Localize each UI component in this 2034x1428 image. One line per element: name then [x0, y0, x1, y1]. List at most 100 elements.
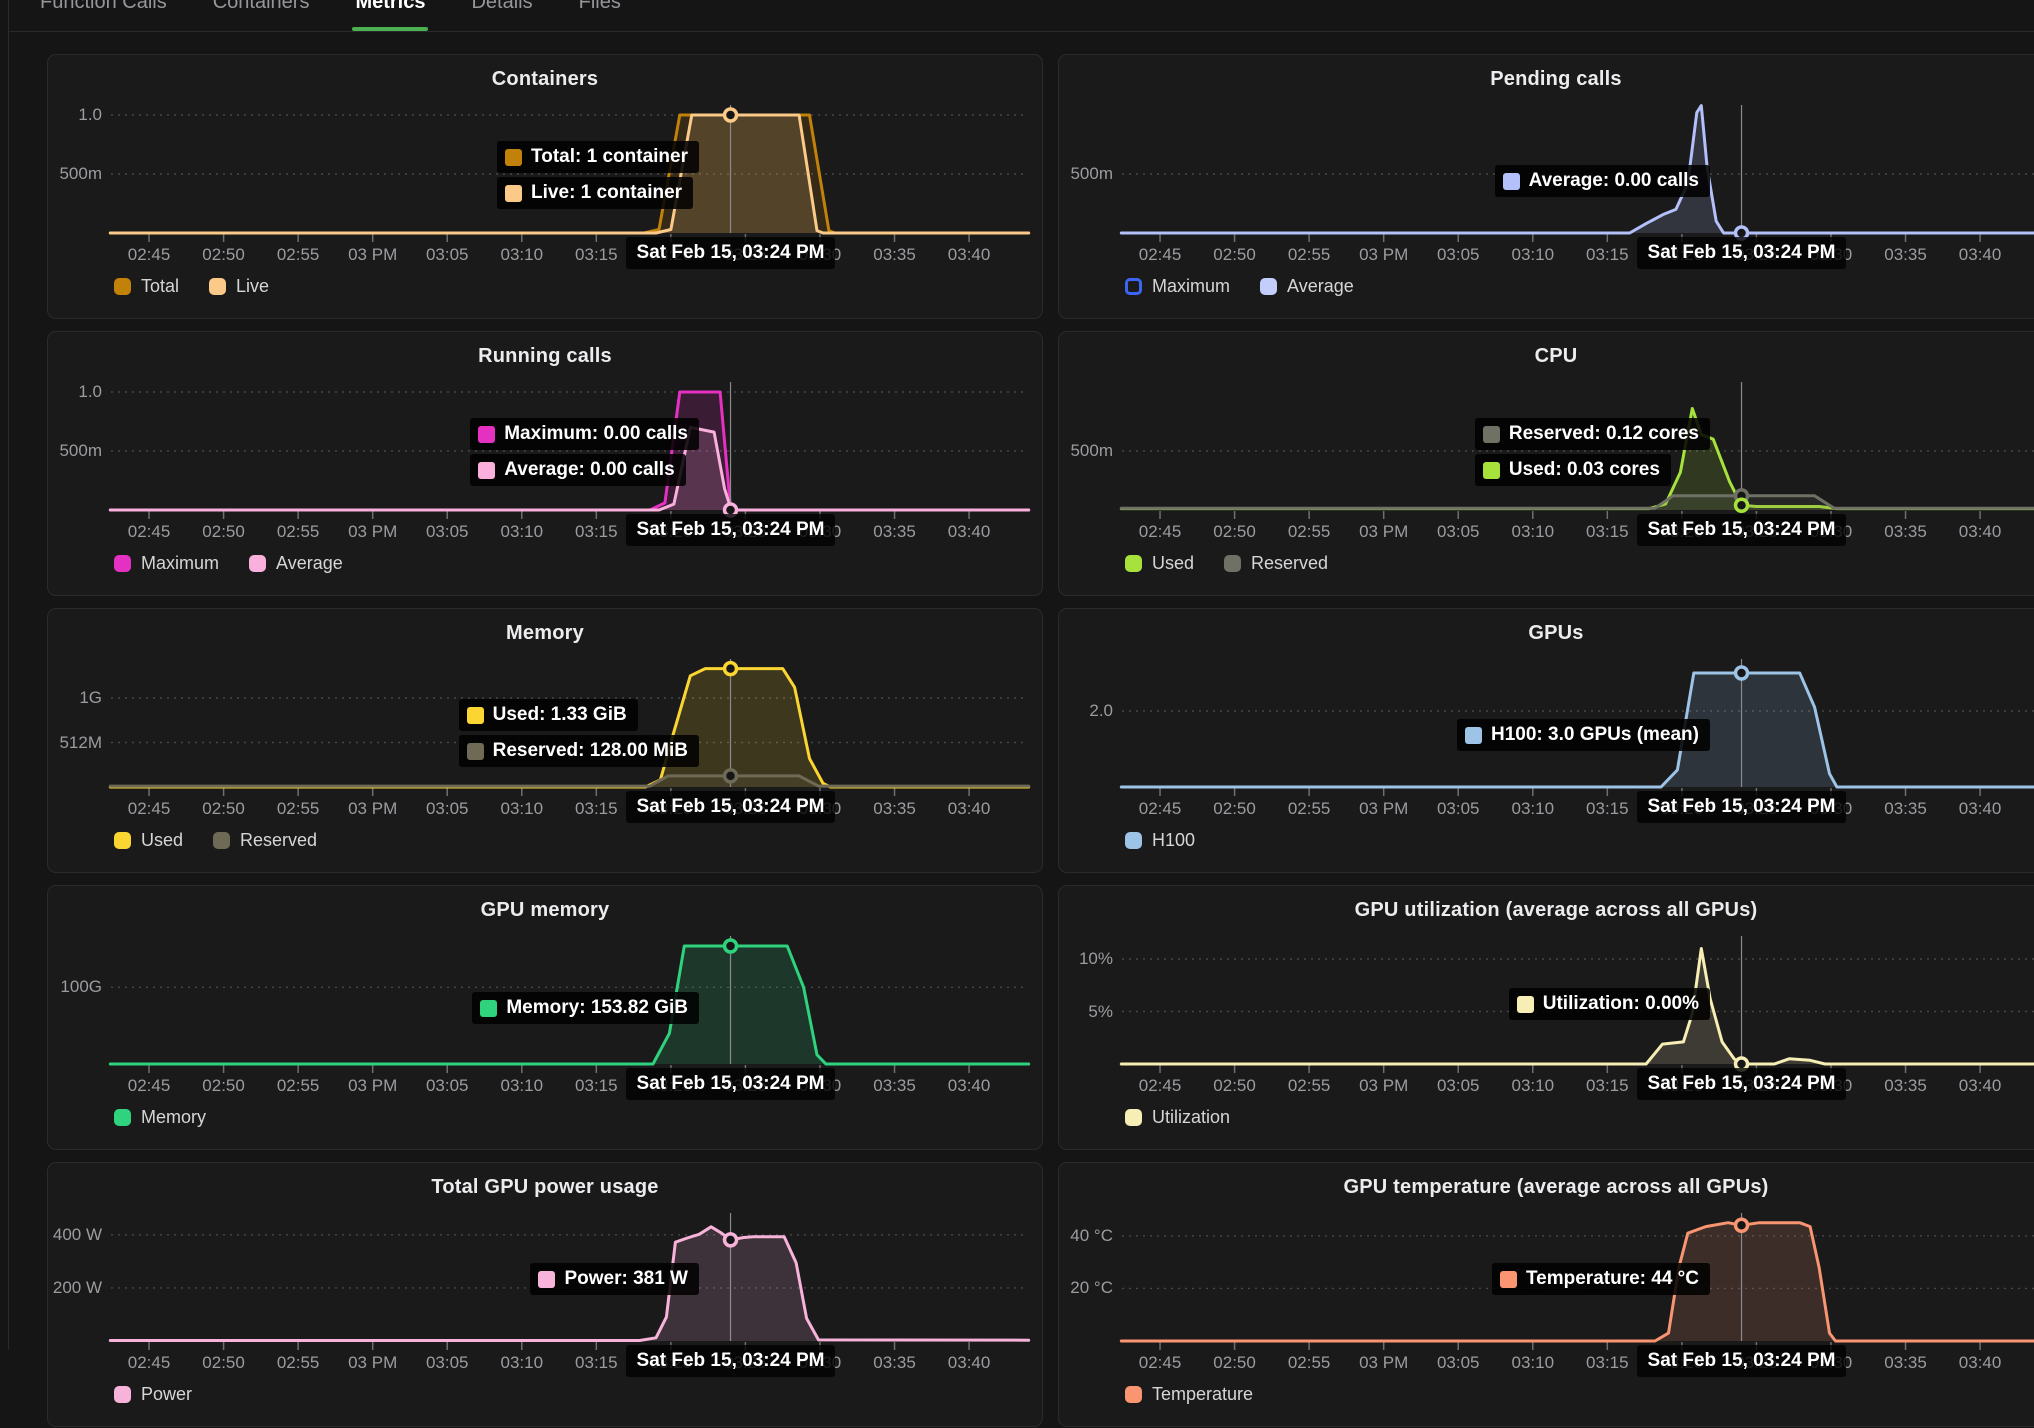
tooltip-series-swatch	[1503, 173, 1520, 190]
x-axis-label: 03 PM	[1342, 245, 1426, 265]
tooltip-series-swatch	[538, 1271, 555, 1288]
x-axis-label: 03 PM	[331, 1353, 415, 1373]
tooltip-row: Power: 381 W	[530, 1263, 699, 1295]
tooltip-value: Utilization: 0.00%	[1543, 993, 1699, 1015]
x-axis-label: 03:05	[1416, 1353, 1500, 1373]
hover-tooltip: Memory: 153.82 GiB	[472, 992, 699, 1024]
x-axis-label: 02:50	[1193, 799, 1277, 819]
hover-tooltip: Average: 0.00 calls	[1495, 165, 1710, 197]
legend-label: Average	[276, 553, 343, 574]
x-axis-label: 03:10	[480, 522, 564, 542]
legend-item-temperature[interactable]: Temperature	[1125, 1384, 1253, 1405]
x-axis-label: 03 PM	[1342, 1353, 1426, 1373]
hover-tooltip: Used: 1.33 GiBReserved: 128.00 MiB	[459, 699, 699, 767]
tooltip-row: Used: 1.33 GiB	[459, 699, 638, 731]
tooltip-row: Average: 0.00 calls	[1495, 165, 1710, 197]
legend-label: Memory	[141, 1107, 206, 1128]
tooltip-value: Used: 1.33 GiB	[493, 704, 627, 726]
legend-swatch	[249, 555, 266, 572]
tooltip-value: Power: 381 W	[564, 1268, 688, 1290]
tooltip-row: Average: 0.00 calls	[470, 454, 685, 486]
tooltip-series-swatch	[1483, 462, 1500, 479]
legend-swatch	[1125, 555, 1142, 572]
chart-card-gpu-power: Total GPU power usage400 W200 W02:4502:5…	[47, 1162, 1043, 1427]
legend-item-utilization[interactable]: Utilization	[1125, 1107, 1230, 1128]
legend-item-memory[interactable]: Memory	[114, 1107, 206, 1128]
x-axis-label: 03:40	[1938, 1353, 2022, 1373]
x-axis-label: 03:40	[1938, 245, 2022, 265]
tooltip-series-swatch	[478, 426, 495, 443]
x-axis-label: 03:05	[1416, 245, 1500, 265]
x-axis-label: 02:55	[1267, 245, 1351, 265]
legend-label: Utilization	[1152, 1107, 1230, 1128]
legend-swatch	[114, 1386, 131, 1403]
legend-item-h100[interactable]: H100	[1125, 830, 1195, 851]
x-axis-label: 03:10	[480, 1076, 564, 1096]
x-axis-label: 02:45	[107, 522, 191, 542]
tooltip-value: Reserved: 0.12 cores	[1509, 423, 1699, 445]
x-axis-label: 03:40	[1938, 522, 2022, 542]
x-axis-label: 03:10	[1491, 799, 1575, 819]
legend-item-used[interactable]: Used	[114, 830, 183, 851]
x-axis-label: 03:05	[405, 245, 489, 265]
chart-card-gpu-memory: GPU memory100G02:4502:5002:5503 PM03:050…	[47, 885, 1043, 1150]
x-axis-label: 03:05	[1416, 522, 1500, 542]
chart-legend: Temperature	[1125, 1384, 1253, 1405]
legend-swatch	[114, 555, 131, 572]
x-axis-label: 03 PM	[1342, 799, 1426, 819]
hover-date-tooltip: Sat Feb 15, 03:24 PM	[626, 514, 836, 546]
tooltip-value: Temperature: 44 °C	[1526, 1268, 1699, 1290]
tooltip-row: Utilization: 0.00%	[1509, 988, 1710, 1020]
tooltip-series-swatch	[1500, 1271, 1517, 1288]
legend-item-used[interactable]: Used	[1125, 553, 1194, 574]
legend-label: Live	[236, 276, 269, 297]
legend-item-maximum[interactable]: Maximum	[114, 553, 219, 574]
tooltip-row: Maximum: 0.00 calls	[470, 418, 699, 450]
hover-tooltip: H100: 3.0 GPUs (mean)	[1457, 719, 1710, 751]
legend-item-average[interactable]: Average	[249, 553, 343, 574]
tooltip-row: Total: 1 container	[497, 141, 699, 173]
x-axis-label: 03:40	[927, 522, 1011, 542]
x-axis-label: 02:50	[1193, 245, 1277, 265]
legend-swatch	[1125, 278, 1142, 295]
x-axis-label: 03:10	[480, 245, 564, 265]
legend-item-power[interactable]: Power	[114, 1384, 192, 1405]
x-axis-label: 02:50	[182, 1353, 266, 1373]
x-axis-label: 03:05	[405, 1076, 489, 1096]
legend-swatch	[1125, 832, 1142, 849]
hover-date-tooltip: Sat Feb 15, 03:24 PM	[626, 1068, 836, 1100]
x-axis-label: 03 PM	[331, 799, 415, 819]
x-axis-label: 03:35	[1864, 245, 1948, 265]
legend-item-average[interactable]: Average	[1260, 276, 1354, 297]
x-axis-label: 02:55	[1267, 799, 1351, 819]
legend-item-maximum[interactable]: Maximum	[1125, 276, 1230, 297]
tooltip-value: Live: 1 container	[531, 182, 682, 204]
x-axis-label: 02:55	[1267, 1353, 1351, 1373]
tooltip-series-swatch	[1483, 426, 1500, 443]
chart-legend: Total Live	[114, 276, 269, 297]
legend-item-total[interactable]: Total	[114, 276, 179, 297]
legend-swatch	[114, 1109, 131, 1126]
chart-legend: H100	[1125, 830, 1195, 851]
chart-card-gpu-temperature: GPU temperature (average across all GPUs…	[1058, 1162, 2034, 1427]
chart-card-gpus: GPUs2.002:4502:5002:5503 PM03:0503:1003:…	[1058, 608, 2034, 873]
chart-card-memory: Memory1G512M02:4502:5002:5503 PM03:0503:…	[47, 608, 1043, 873]
x-axis-label: 03:10	[1491, 1076, 1575, 1096]
chart-plot-gpu-power[interactable]	[48, 1163, 1044, 1428]
legend-swatch	[1260, 278, 1277, 295]
chart-card-containers: Containers1.0500m02:4502:5002:5503 PM03:…	[47, 54, 1043, 319]
legend-label: H100	[1152, 830, 1195, 851]
x-axis-label: 03:05	[1416, 1076, 1500, 1096]
tooltip-series-swatch	[467, 743, 484, 760]
x-axis-label: 03:40	[927, 799, 1011, 819]
x-axis-label: 02:45	[107, 1076, 191, 1096]
legend-item-reserved[interactable]: Reserved	[213, 830, 317, 851]
x-axis-label: 02:50	[1193, 522, 1277, 542]
tooltip-value: Maximum: 0.00 calls	[504, 423, 688, 445]
legend-item-live[interactable]: Live	[209, 276, 269, 297]
hover-date-tooltip: Sat Feb 15, 03:24 PM	[1637, 514, 1847, 546]
chart-legend: Utilization	[1125, 1107, 1230, 1128]
legend-item-reserved[interactable]: Reserved	[1224, 553, 1328, 574]
x-axis-label: 03:40	[927, 245, 1011, 265]
tooltip-row: Temperature: 44 °C	[1492, 1263, 1710, 1295]
